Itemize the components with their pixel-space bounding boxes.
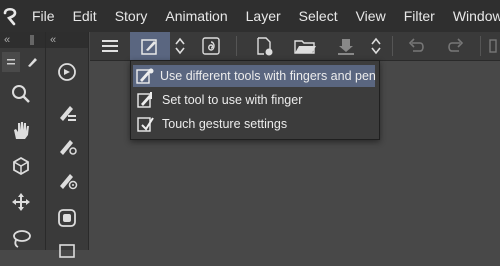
more-icon[interactable] [486,32,500,60]
touch-gesture-icon [136,114,156,134]
tool-strip-sub: « [46,32,89,258]
rotate-view-icon[interactable] [53,58,81,86]
touch-mode-popup: Use different tools with fingers and pen… [130,60,380,140]
toolbar-separator-2 [392,36,393,56]
popup-item-label: Touch gesture settings [162,117,288,131]
toolbar-separator-3 [480,36,481,56]
menu-select[interactable]: Select [290,0,347,32]
menu-file[interactable]: File [22,0,64,32]
menu-view[interactable]: View [347,0,395,32]
strip-header-sub: « [46,32,88,48]
popup-item-finger-tool[interactable]: Set tool to use with finger [133,89,375,111]
strip-grip-icon [30,35,35,45]
zoom-tool-icon[interactable] [7,80,35,108]
menu-bar: File Edit Story Animation Layer Select V… [0,0,500,32]
layer-panel-icon[interactable] [53,204,81,232]
brush-settings-icon[interactable] [53,132,81,160]
move-tool-icon[interactable] [7,188,35,216]
popup-item-gesture-settings[interactable]: Touch gesture settings [133,113,375,135]
popup-item-different-tools[interactable]: Use different tools with fingers and pen [133,65,376,87]
save-icon[interactable] [332,32,360,60]
redo-icon[interactable] [444,32,468,60]
panel-menu-icon[interactable] [2,52,20,72]
open-folder-icon[interactable] [290,32,320,60]
command-bar [90,32,500,61]
new-file-icon[interactable] [250,32,278,60]
collapse-sub-icon[interactable]: « [50,34,56,46]
pen-tool-icon[interactable] [22,52,42,72]
menu-animation[interactable]: Animation [156,0,236,32]
collapse-left-icon[interactable]: « [4,34,10,46]
object-tool-icon[interactable] [7,152,35,180]
toolbar-separator [236,36,237,56]
finger-tool-icon [136,90,156,110]
menu-story[interactable]: Story [106,0,157,32]
menu-window[interactable]: Window [444,0,500,32]
swirl-icon[interactable] [196,32,226,60]
brush-layer-icon[interactable] [53,98,81,126]
touch-mode-button[interactable] [130,32,170,60]
tool-strip-left: « [0,32,46,250]
lasso-tool-icon[interactable] [7,224,35,252]
brush-target-icon[interactable] [53,166,81,194]
popup-item-label: Set tool to use with finger [162,93,303,107]
strip-header: « [0,32,45,48]
updown-arrows-icon[interactable] [172,32,188,60]
hamburger-menu-icon[interactable] [96,32,124,60]
menu-filter[interactable]: Filter [395,0,444,32]
menu-layer[interactable]: Layer [237,0,290,32]
hand-tool-icon[interactable] [7,116,35,144]
popup-item-label: Use different tools with fingers and pen [160,69,376,83]
menu-edit[interactable]: Edit [64,0,106,32]
layer-extra-icon[interactable] [53,238,81,266]
pen-finger-icon [136,66,154,86]
updown-arrows-2-icon[interactable] [368,32,384,60]
undo-icon[interactable] [404,32,428,60]
app-logo-icon[interactable] [0,0,22,32]
